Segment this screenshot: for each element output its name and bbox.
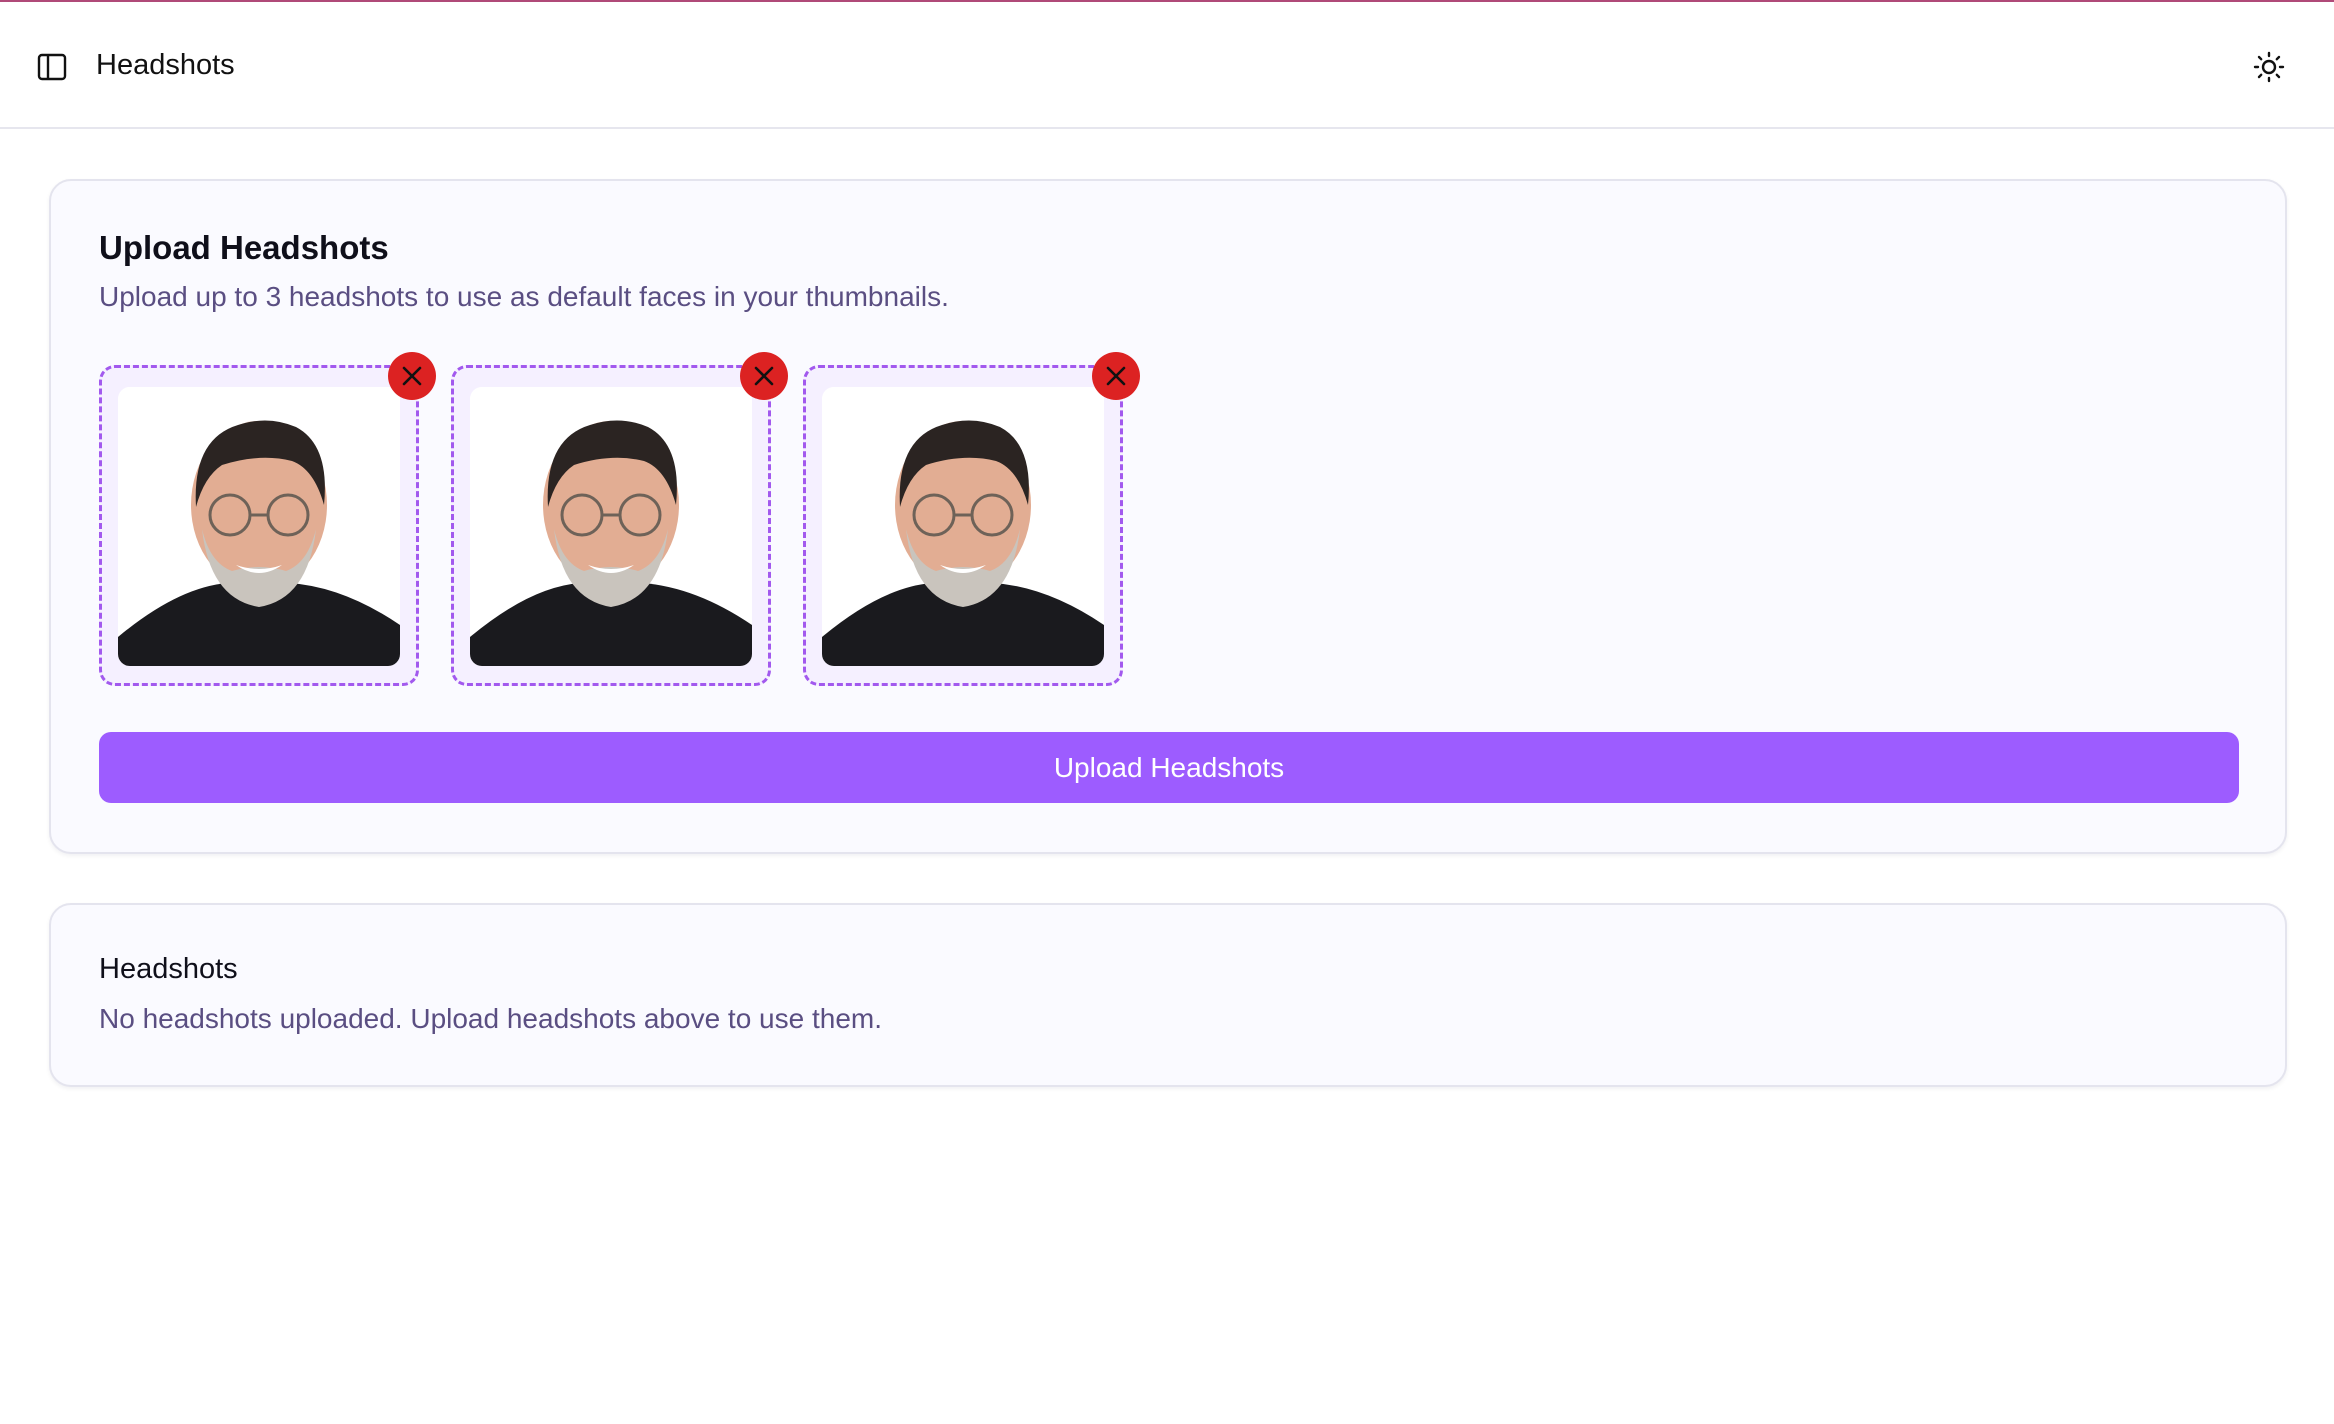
upload-headshots-button[interactable]: Upload Headshots: [99, 732, 2239, 803]
remove-headshot-button[interactable]: [740, 352, 788, 400]
close-icon: [402, 366, 422, 386]
sidebar-panel-icon: [37, 53, 67, 81]
headshot-thumbnail-2: [451, 352, 788, 686]
headshots-list-card: Headshots No headshots uploaded. Upload …: [49, 903, 2287, 1087]
upload-card-title: Upload Headshots: [99, 229, 389, 266]
headshot-photo: [822, 387, 1104, 666]
headshot-photo: [470, 387, 752, 666]
headshot-thumbnail-3: [803, 352, 1140, 686]
headshot-photo: [118, 387, 400, 666]
remove-headshot-button[interactable]: [1092, 352, 1140, 400]
sidebar-toggle-button[interactable]: [34, 50, 70, 84]
upload-headshots-card: Upload Headshots Upload up to 3 headshot…: [49, 179, 2287, 854]
upload-card-description: Upload up to 3 headshots to use as defau…: [99, 281, 949, 312]
theme-toggle-button[interactable]: [2250, 48, 2288, 86]
close-icon: [1106, 366, 1126, 386]
headshot-thumbnail-1: [99, 352, 436, 686]
remove-headshot-button[interactable]: [388, 352, 436, 400]
empty-state-message: No headshots uploaded. Upload headshots …: [99, 1003, 883, 1034]
headshots-card-title: Headshots: [99, 953, 238, 985]
sun-icon: [2253, 51, 2285, 83]
page-title: Headshots: [96, 49, 235, 81]
close-icon: [754, 366, 774, 386]
app-header: Headshots: [0, 2, 2334, 129]
